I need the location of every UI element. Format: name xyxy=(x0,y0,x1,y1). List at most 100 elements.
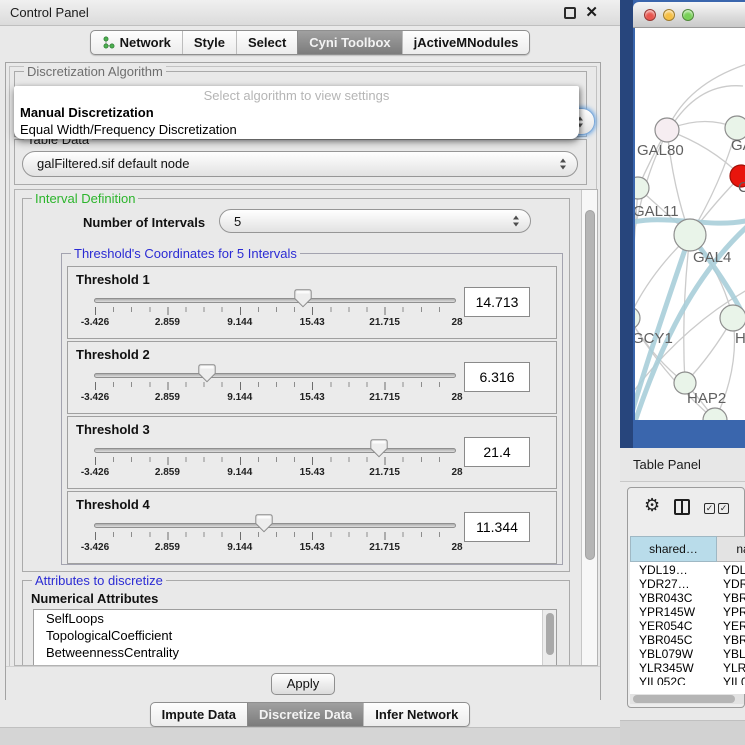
table-row[interactable]: YBR045C YBR0 xyxy=(630,633,745,647)
tick-label: 2.859 xyxy=(155,317,180,328)
cell-shared-name[interactable]: YDL19… xyxy=(630,563,716,577)
cell-shared-name[interactable]: YIL052C xyxy=(630,675,716,685)
cell-shared-name[interactable]: YDR27… xyxy=(630,577,716,591)
horizontal-scrollbar[interactable] xyxy=(630,694,744,704)
attribute-list-item[interactable]: TopologicalCoefficient xyxy=(34,627,556,644)
list-scrollbar[interactable] xyxy=(542,610,556,666)
threshold-value-field[interactable]: 21.4 xyxy=(464,437,530,467)
tab-network[interactable]: Network xyxy=(91,31,182,54)
table-row[interactable]: YIL052C YIL0 xyxy=(630,675,745,685)
cell-name[interactable]: YDL1 xyxy=(716,563,745,577)
table-toolbar: ⚙ ✓ ✓ xyxy=(628,488,744,534)
threshold-value-field[interactable]: 11.344 xyxy=(464,512,530,542)
table-row[interactable]: YPR145W YPR1 xyxy=(630,605,745,619)
slider-track[interactable] xyxy=(94,298,456,303)
network-node-label: GA xyxy=(731,137,745,154)
scrollbar-thumb[interactable] xyxy=(546,613,554,655)
cell-shared-name[interactable]: YBL079W xyxy=(630,647,716,661)
threshold-label: Threshold 4 xyxy=(76,497,150,512)
float-window-icon[interactable] xyxy=(564,7,576,19)
number-of-intervals-spinner[interactable]: 5 xyxy=(219,209,531,233)
checkbox-icon[interactable]: ✓ xyxy=(718,503,729,514)
tab-cyni-toolbox[interactable]: Cyni Toolbox xyxy=(297,31,401,54)
network-node-label: H xyxy=(735,330,745,347)
slider-thumb[interactable] xyxy=(255,514,273,533)
tab-select[interactable]: Select xyxy=(236,31,297,54)
network-canvas[interactable]: GAL80 GAL11 GAL4 GCY1 HAP2 GA C H xyxy=(635,28,745,420)
threshold-value-field[interactable]: 6.316 xyxy=(464,362,530,392)
thresholds-group-title: Threshold's Coordinates for 5 Intervals xyxy=(71,246,300,261)
network-node[interactable] xyxy=(703,408,727,420)
tab-label: Cyni Toolbox xyxy=(309,31,390,54)
zoom-traffic-light[interactable] xyxy=(682,9,694,21)
threshold-label: Threshold 1 xyxy=(76,272,150,287)
network-node[interactable] xyxy=(674,219,706,251)
network-node[interactable] xyxy=(720,305,745,331)
threshold-panel: Threshold 4 -3.4262.8599.14415.4321.7152… xyxy=(67,491,557,564)
tab-label: Select xyxy=(248,31,286,54)
tick-label: 28 xyxy=(451,317,462,328)
network-node-label: GAL11 xyxy=(635,203,679,220)
slider-thumb[interactable] xyxy=(294,289,312,308)
tab-style[interactable]: Style xyxy=(182,31,236,54)
close-icon[interactable]: ✕ xyxy=(585,3,598,21)
network-node[interactable] xyxy=(635,307,640,329)
slider-track[interactable] xyxy=(94,523,456,528)
close-traffic-light[interactable] xyxy=(644,9,656,21)
checkbox-icon[interactable]: ✓ xyxy=(704,503,715,514)
split-view-icon[interactable] xyxy=(674,499,690,515)
table-row[interactable]: YDL19… YDL1 xyxy=(630,563,745,577)
slider-thumb[interactable] xyxy=(370,439,388,458)
cell-name[interactable]: YDR2 xyxy=(716,577,745,591)
numerical-attributes-label: Numerical Attributes xyxy=(31,591,158,606)
vertical-scrollbar[interactable] xyxy=(581,190,598,665)
attribute-list-item[interactable]: SelfLoops xyxy=(34,610,556,627)
cell-shared-name[interactable]: YER054C xyxy=(630,619,716,633)
scrollbar-thumb[interactable] xyxy=(585,210,595,560)
cell-shared-name[interactable]: YPR145W xyxy=(630,605,716,619)
threshold-label: Threshold 3 xyxy=(76,422,150,437)
cell-name[interactable]: YLR3 xyxy=(716,661,745,675)
tick-label: 28 xyxy=(451,467,462,478)
cell-shared-name[interactable]: YLR345W xyxy=(630,661,716,675)
table-panel-title: Table Panel xyxy=(620,448,745,482)
control-panel-titlebar: Control Panel ✕ xyxy=(0,0,620,26)
tab-jactivemnodules[interactable]: jActiveMNodules xyxy=(402,31,530,54)
cell-name[interactable]: YBR0 xyxy=(716,591,745,605)
apply-button[interactable]: Apply xyxy=(271,673,335,695)
table-row[interactable]: YLR345W YLR3 xyxy=(630,661,745,675)
table-data-combobox[interactable]: galFiltered.sif default node xyxy=(22,151,578,177)
gear-icon[interactable]: ⚙ xyxy=(644,495,660,516)
network-node[interactable] xyxy=(655,118,679,142)
tab-discretize-data[interactable]: Discretize Data xyxy=(247,703,363,726)
minimize-traffic-light[interactable] xyxy=(663,9,675,21)
tab-impute-data[interactable]: Impute Data xyxy=(151,703,247,726)
threshold-value-field[interactable]: 14.713 xyxy=(464,287,530,317)
column-header-shared-name[interactable]: shared… xyxy=(630,536,717,562)
tab-label: Discretize Data xyxy=(259,703,352,726)
slider-track[interactable] xyxy=(94,448,456,453)
cell-shared-name[interactable]: YBR045C xyxy=(630,633,716,647)
dropdown-option-equal-width[interactable]: Equal Width/Frequency Discretization xyxy=(14,121,579,138)
cell-shared-name[interactable]: YBR043C xyxy=(630,591,716,605)
table-row[interactable]: YBL079W YBL0 xyxy=(630,647,745,661)
tab-infer-network[interactable]: Infer Network xyxy=(363,703,469,726)
dropdown-option-manual[interactable]: Manual Discretization xyxy=(14,104,579,121)
slider-scale-labels: -3.4262.8599.14415.4321.71528 xyxy=(95,542,457,554)
attribute-list-item[interactable]: BetweennessCentrality xyxy=(34,644,556,661)
cell-name[interactable]: YER0 xyxy=(716,619,745,633)
column-header-name[interactable]: na xyxy=(717,536,745,562)
cell-name[interactable]: YBR0 xyxy=(716,633,745,647)
threshold-label: Threshold 2 xyxy=(76,347,150,362)
cell-name[interactable]: YIL0 xyxy=(716,675,745,685)
slider-track[interactable] xyxy=(94,373,456,378)
table-row[interactable]: YDR27… YDR2 xyxy=(630,577,745,591)
slider-thumb[interactable] xyxy=(198,364,216,383)
table-row[interactable]: YER054C YER0 xyxy=(630,619,745,633)
table-row[interactable]: YBR043C YBR0 xyxy=(630,591,745,605)
cell-name[interactable]: YPR1 xyxy=(716,605,745,619)
network-window-titlebar[interactable] xyxy=(633,2,745,28)
cell-name[interactable]: YBL0 xyxy=(716,647,745,661)
scrollbar-thumb[interactable] xyxy=(633,695,735,703)
slider-major-ticks xyxy=(95,307,457,315)
